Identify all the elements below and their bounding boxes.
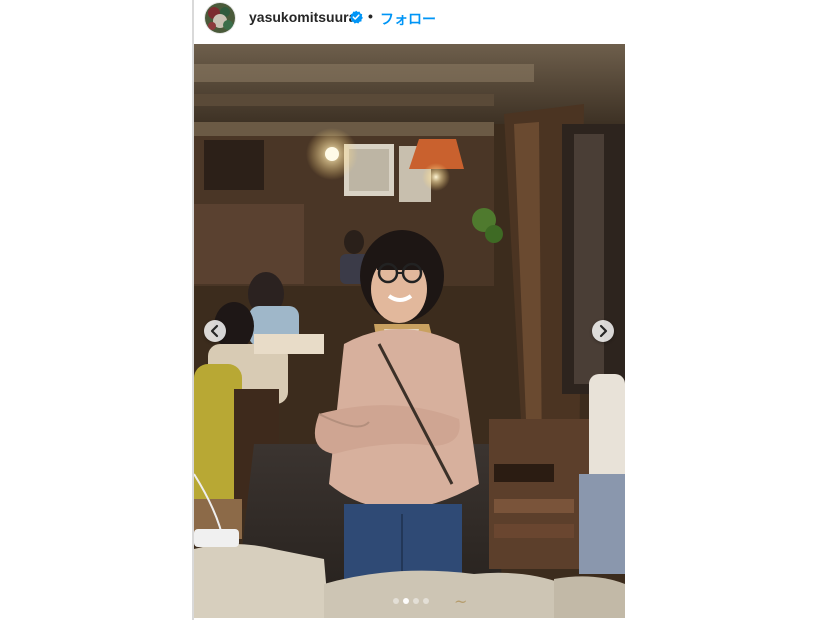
chevron-right-icon — [599, 324, 608, 338]
carousel-next-button[interactable] — [592, 320, 614, 342]
profile-avatar[interactable] — [205, 3, 235, 33]
instagram-post-page: yasukomitsuura • フォロー ~ — [0, 0, 826, 620]
chevron-left-icon — [210, 324, 219, 338]
post-photo: ~ — [194, 44, 625, 618]
verified-badge-icon — [349, 10, 363, 24]
carousel-indicator-dot — [393, 598, 399, 604]
follow-button[interactable]: フォロー — [380, 9, 436, 29]
username-link[interactable]: yasukomitsuura — [249, 9, 356, 25]
carousel-indicator-dot — [423, 598, 429, 604]
post-header: yasukomitsuura • フォロー — [194, 0, 626, 38]
post-media-carousel[interactable]: ~ — [194, 44, 625, 618]
avatar-image — [205, 3, 235, 33]
header-separator: • — [368, 8, 373, 24]
carousel-prev-button[interactable] — [204, 320, 226, 342]
svg-text:~: ~ — [454, 592, 467, 611]
carousel-indicators — [393, 598, 429, 604]
carousel-indicator-dot — [403, 598, 409, 604]
carousel-indicator-dot — [413, 598, 419, 604]
